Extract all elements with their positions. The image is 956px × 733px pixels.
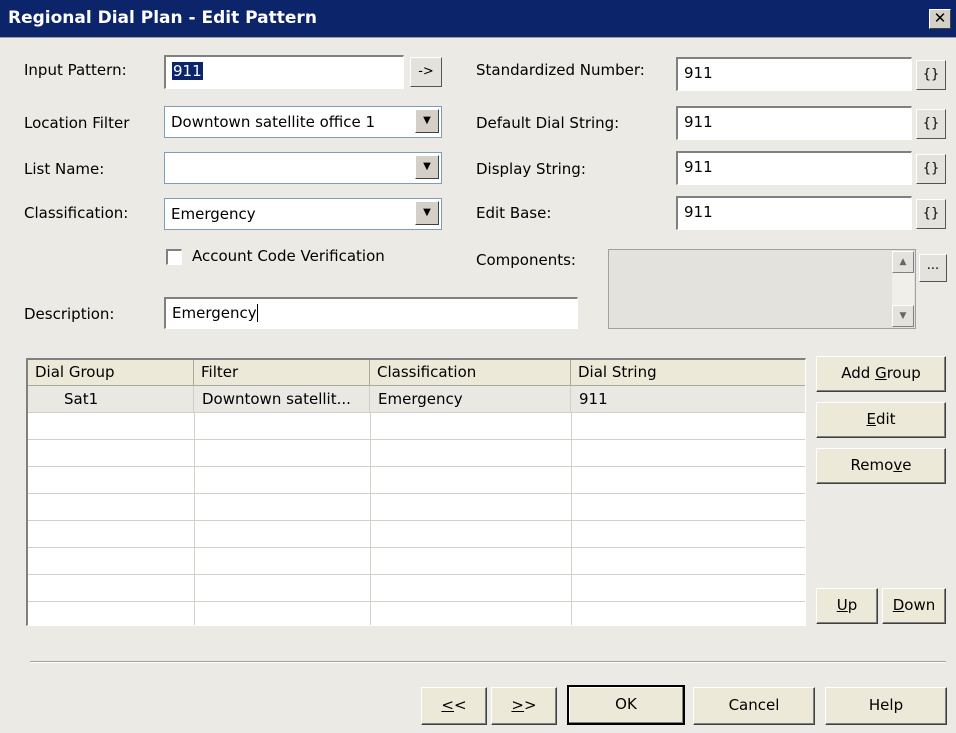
location-filter-label: Location Filter bbox=[24, 114, 130, 132]
location-filter-dropdown-icon[interactable]: ▼ bbox=[415, 109, 439, 133]
display-string-label: Display String: bbox=[476, 160, 586, 178]
title-bar: Regional Dial Plan - Edit Pattern ✕ bbox=[0, 0, 956, 38]
header-classification[interactable]: Classification bbox=[370, 360, 571, 386]
next-button[interactable]: >> bbox=[491, 687, 557, 725]
default-dial-string-field[interactable]: 911 bbox=[676, 106, 912, 140]
footer-separator-highlight bbox=[30, 662, 946, 663]
classification-select[interactable]: Emergency ▼ bbox=[164, 198, 442, 230]
components-browse-button[interactable]: ... bbox=[919, 254, 947, 282]
display-string-field[interactable]: 911 bbox=[676, 151, 912, 185]
window-title: Regional Dial Plan - Edit Pattern bbox=[8, 8, 317, 28]
add-group-label-post: roup bbox=[886, 364, 921, 382]
prev-button[interactable]: << bbox=[421, 687, 487, 725]
default-dial-string-label: Default Dial String: bbox=[476, 114, 620, 132]
cell-classification: Emergency bbox=[370, 386, 571, 412]
table-row[interactable]: Sat1 Downtown satellit... Emergency 911 bbox=[28, 386, 805, 413]
list-name-select[interactable]: ▼ bbox=[164, 152, 442, 184]
cancel-button[interactable]: Cancel bbox=[693, 687, 815, 725]
table-row-empty bbox=[28, 440, 805, 467]
standardized-number-field[interactable]: 911 bbox=[676, 57, 912, 91]
cell-dial-group: Sat1 bbox=[28, 386, 194, 412]
arrow-button[interactable]: -> bbox=[410, 57, 442, 87]
display-string-brace-button[interactable]: {} bbox=[916, 154, 946, 184]
edit-button[interactable]: Edit bbox=[816, 402, 946, 438]
location-filter-select[interactable]: Downtown satellite office 1 ▼ bbox=[164, 106, 442, 138]
remove-button[interactable]: Remove bbox=[816, 448, 946, 484]
table-row-empty bbox=[28, 413, 805, 440]
input-pattern-label: Input Pattern: bbox=[24, 61, 127, 79]
next-label-post: > bbox=[524, 696, 537, 714]
edit-base-brace-button[interactable]: {} bbox=[916, 199, 946, 229]
column-divider bbox=[194, 413, 195, 625]
description-value: Emergency bbox=[172, 304, 257, 322]
table-row-empty bbox=[28, 494, 805, 521]
edit-mnemonic: E bbox=[866, 410, 876, 428]
close-icon: ✕ bbox=[933, 9, 947, 27]
table-row-empty bbox=[28, 467, 805, 494]
remove-mnemonic: v bbox=[893, 456, 903, 474]
header-dial-string[interactable]: Dial String bbox=[571, 360, 805, 386]
up-button[interactable]: Up bbox=[816, 588, 878, 624]
edit-base-label: Edit Base: bbox=[476, 204, 552, 222]
prev-label-post: < bbox=[454, 696, 467, 714]
edit-base-value: 911 bbox=[684, 203, 713, 221]
classification-value: Emergency bbox=[171, 205, 256, 223]
scroll-down-icon[interactable]: ▼ bbox=[892, 305, 914, 327]
prev-mnemonic: < bbox=[441, 696, 454, 714]
components-list[interactable] bbox=[608, 249, 916, 329]
close-button[interactable]: ✕ bbox=[929, 9, 951, 29]
down-button[interactable]: Down bbox=[882, 588, 946, 624]
help-button[interactable]: Help bbox=[825, 687, 947, 725]
table-row-empty bbox=[28, 521, 805, 548]
list-name-dropdown-icon[interactable]: ▼ bbox=[415, 155, 439, 179]
edit-label-post: dit bbox=[875, 410, 896, 428]
description-field[interactable]: Emergency​ bbox=[164, 297, 578, 329]
add-group-label-pre: Add bbox=[841, 364, 876, 382]
cell-dial-string: 911 bbox=[571, 386, 805, 412]
column-divider bbox=[370, 413, 371, 625]
up-label-post: p bbox=[847, 596, 858, 614]
table-row-empty bbox=[28, 548, 805, 575]
remove-label-pre: Remo bbox=[850, 456, 894, 474]
list-name-label: List Name: bbox=[24, 160, 105, 178]
standardized-number-value: 911 bbox=[684, 64, 713, 82]
input-pattern-field[interactable]: 911 bbox=[164, 55, 404, 89]
default-dial-brace-button[interactable]: {} bbox=[916, 109, 946, 139]
account-code-checkbox[interactable] bbox=[166, 249, 182, 265]
up-mnemonic: U bbox=[836, 596, 848, 614]
add-group-mnemonic: G bbox=[875, 364, 887, 382]
scroll-up-icon[interactable]: ▲ bbox=[892, 251, 914, 273]
display-string-value: 911 bbox=[684, 158, 713, 176]
next-mnemonic: > bbox=[511, 696, 524, 714]
classification-dropdown-icon[interactable]: ▼ bbox=[415, 201, 439, 225]
table-header: Dial Group Filter Classification Dial St… bbox=[28, 360, 805, 386]
components-label: Components: bbox=[476, 251, 576, 269]
location-filter-value: Downtown satellite office 1 bbox=[171, 113, 376, 131]
description-label: Description: bbox=[24, 305, 115, 323]
remove-label-post: e bbox=[902, 456, 912, 474]
header-dial-group[interactable]: Dial Group bbox=[28, 360, 194, 386]
cell-filter: Downtown satellit... bbox=[194, 386, 370, 412]
down-mnemonic: D bbox=[892, 596, 905, 614]
add-group-button[interactable]: Add Group bbox=[816, 356, 946, 392]
classification-label: Classification: bbox=[24, 204, 129, 222]
default-dial-string-value: 911 bbox=[684, 113, 713, 131]
column-divider bbox=[571, 413, 572, 625]
edit-base-field[interactable]: 911 bbox=[676, 196, 912, 230]
header-filter[interactable]: Filter bbox=[194, 360, 370, 386]
components-scrollbar[interactable]: ▲ ▼ bbox=[892, 251, 914, 327]
standardized-number-label: Standardized Number: bbox=[476, 61, 645, 79]
dial-group-table[interactable]: Dial Group Filter Classification Dial St… bbox=[26, 358, 806, 626]
input-pattern-value: 911 bbox=[172, 62, 203, 80]
ok-button[interactable]: OK bbox=[567, 685, 685, 725]
account-code-label[interactable]: Account Code Verification bbox=[192, 247, 385, 265]
table-row-empty bbox=[28, 575, 805, 602]
down-label-post: own bbox=[904, 596, 936, 614]
standardized-brace-button[interactable]: {} bbox=[916, 60, 946, 90]
edit-pattern-dialog: Input Pattern: 911 -> Location Filter Do… bbox=[0, 38, 956, 733]
